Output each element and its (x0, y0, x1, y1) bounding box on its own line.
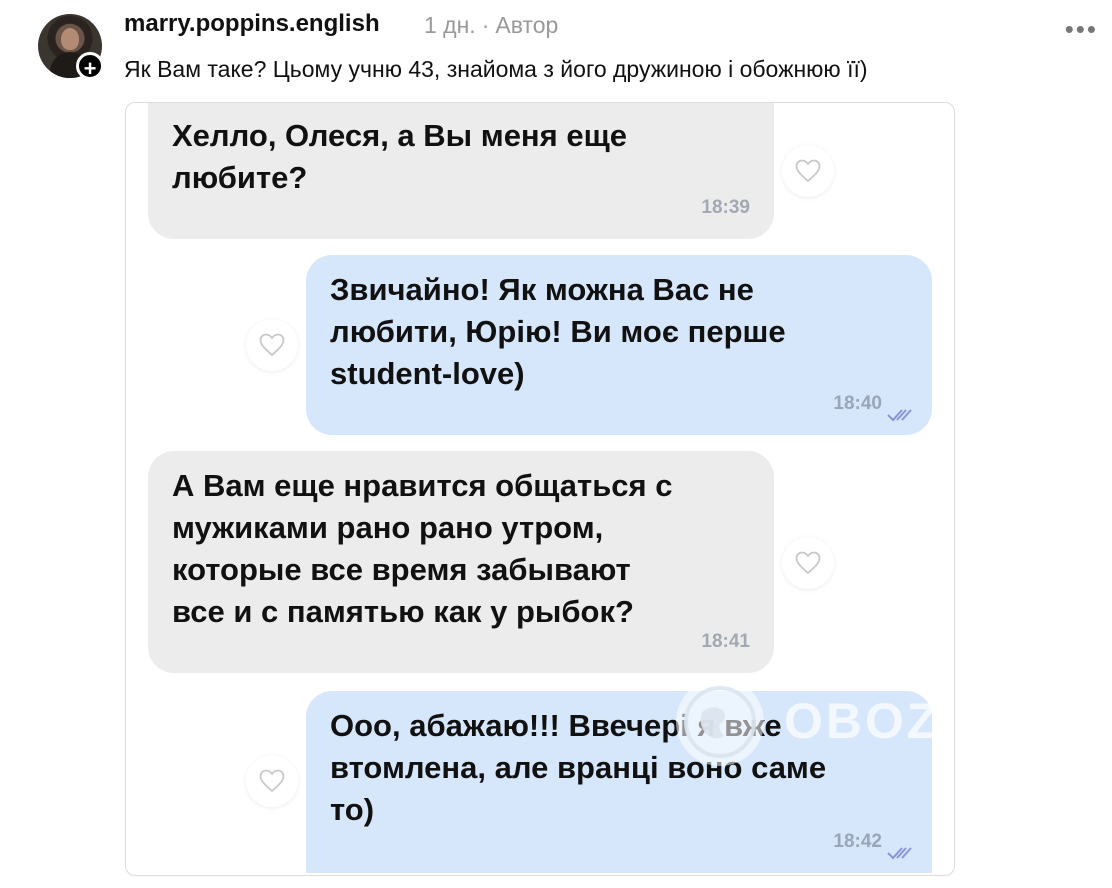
like-button[interactable] (246, 319, 298, 371)
message-text: А Вам еще нравится общаться с мужиками р… (172, 468, 673, 629)
heart-icon (795, 551, 821, 575)
message-bubble-incoming: Хелло, Олеся, а Вы меня еще любите? 18:3… (148, 103, 774, 239)
message-bubble-incoming: А Вам еще нравится общаться с мужиками р… (148, 451, 774, 673)
heart-icon (795, 159, 821, 183)
message-text: Ооо, абажаю!!! Ввечері я вже втомлена, а… (330, 708, 827, 827)
follow-button[interactable]: + (76, 52, 104, 81)
heart-icon (259, 333, 285, 357)
message-text: Звичайно! Як можна Вас не любити, Юрію! … (330, 272, 786, 391)
heart-icon (259, 769, 285, 793)
more-options-button[interactable]: ••• (1065, 14, 1098, 45)
author-badge: Автор (495, 12, 559, 38)
message-time: 18:39 (701, 197, 750, 218)
message-time: 18:40 (833, 393, 882, 414)
post-time: 1 дн. (424, 12, 476, 38)
message-bubble-outgoing: Ооо, абажаю!!! Ввечері я вже втомлена, а… (306, 691, 932, 873)
username[interactable]: marry.poppins.english (124, 10, 380, 38)
read-checkmark-icon (887, 847, 912, 860)
like-button[interactable] (782, 537, 834, 589)
message-bubble-outgoing: Звичайно! Як можна Вас не любити, Юрію! … (306, 255, 932, 435)
message-time: 18:41 (701, 631, 750, 652)
message-text: Хелло, Олеся, а Вы меня еще любите? (172, 118, 627, 195)
avatar[interactable]: + (38, 14, 104, 81)
meta-separator: · (481, 12, 490, 38)
post-caption: Як Вам таке? Цьому учню 43, знайома з йо… (124, 56, 868, 82)
post-view: + marry.poppins.english 1 дн. · Автор ••• … (0, 0, 1112, 888)
message-time: 18:42 (833, 831, 882, 852)
read-checkmark-icon (887, 409, 912, 422)
like-button[interactable] (782, 145, 834, 197)
like-button[interactable] (246, 755, 298, 807)
post-meta: 1 дн. · Автор (424, 12, 558, 39)
chat-screenshot: Хелло, Олеся, а Вы меня еще любите? 18:3… (125, 102, 955, 876)
